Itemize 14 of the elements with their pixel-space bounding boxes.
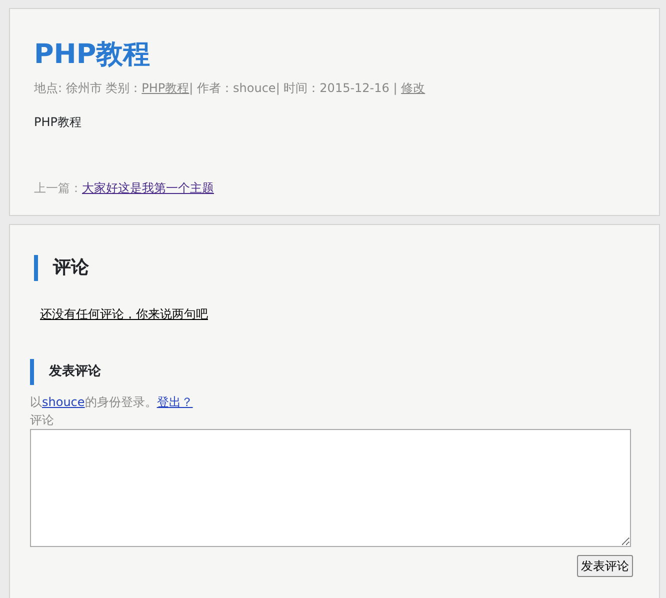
comment-field[interactable] <box>30 429 631 548</box>
comment-label: 评论 <box>30 412 55 430</box>
login-status: 以shouce的身份登录。登出？ <box>30 394 194 412</box>
form-heading: 发表评论 <box>30 359 639 386</box>
link[interactable]: shouce <box>42 395 85 410</box>
link[interactable]: 大家好这是我第一个主题 <box>82 181 214 196</box>
submit-button[interactable]: 发表评论 <box>577 555 633 578</box>
post-title: PHP教程 <box>34 39 152 72</box>
previous-post: 上一篇：大家好这是我第一个主题 <box>34 180 215 198</box>
post-meta: 地点: 徐州市 类别：PHP教程| 作者：shouce| 时间：2015-12-16 | 修改 <box>34 80 426 98</box>
empty-message: 还没有任何评论，你来说两句吧 <box>40 306 208 324</box>
comments-heading: 评论 <box>34 255 639 282</box>
link[interactable]: 登出？ <box>156 395 193 410</box>
post-body: PHP教程 <box>34 114 82 132</box>
